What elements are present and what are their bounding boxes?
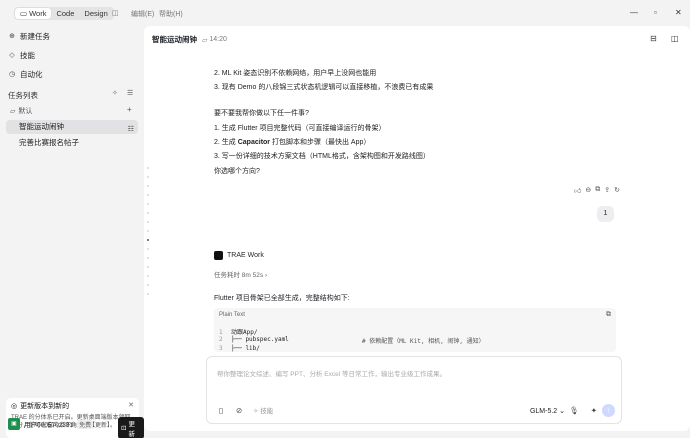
mode-code-tab[interactable]: Code — [51, 8, 79, 19]
agent-logo-icon — [214, 251, 223, 260]
close-icon[interactable]: ✕ — [675, 8, 682, 17]
task-label: 智能运动闹钟 — [19, 122, 64, 131]
message-navigator[interactable] — [147, 167, 151, 302]
plan-badge: 免费 — [77, 419, 94, 429]
option-line: 2. 生成 Capacitor 打包脚本和步骤（最快出 App） — [214, 139, 371, 146]
task-list-title: 任务列表 — [8, 91, 38, 100]
code-line: 3 ├── lib/ — [219, 345, 260, 352]
maximize-icon[interactable]: ▫ — [654, 8, 657, 17]
message-line: 2. ML Kit 姿态识别不依赖网络，用户早上没网也能用 — [214, 70, 377, 77]
copy-icon[interactable]: ⧉ — [595, 186, 600, 195]
task-item[interactable]: 智能运动闹钟 ☷ — [6, 120, 138, 134]
notice-title: ◎ 更新版本到新的 — [11, 401, 134, 411]
user-message: 1 — [597, 206, 614, 222]
upgrade-label: 更新 — [128, 421, 135, 438]
code-line: 2 ├── pubspec.yaml # 依赖配置（ML Kit, 相机, 闹钟, … — [219, 336, 485, 345]
microphone-icon[interactable]: 🎙︎ — [569, 406, 579, 415]
chevron-right-icon: › — [264, 272, 268, 279]
sparkle-icon[interactable]: ✦ — [591, 406, 597, 415]
agent-name: TRAE Work — [227, 252, 264, 259]
option-line: 1. 生成 Flutter 项目完整代码（可直接编译运行的骨架） — [214, 125, 386, 132]
preview-icon[interactable]: ⊟ — [650, 34, 657, 43]
new-task-icon: ⊕ — [9, 32, 15, 40]
regenerate-icon[interactable]: ↻ — [614, 186, 620, 195]
upgrade-icon: ⊡ — [121, 425, 127, 432]
message-line: 3. 现有 Demo 的八段锦三式状态机逻辑可以直接移植，不浪费已有成果 — [214, 84, 434, 91]
send-button[interactable]: ↑ — [602, 404, 615, 417]
thumbs-up-icon[interactable]: 👍︎ — [574, 186, 581, 195]
input-placeholder: 帮你整理论文综述、编写 PPT、分析 Excel 等日常工作，输出专业级工作成果… — [217, 371, 446, 378]
folder-icon: ▱ — [202, 36, 208, 44]
menu-help[interactable]: 帮助(H) — [159, 9, 183, 19]
mode-work-tab[interactable]: ▭ Work — [15, 8, 52, 19]
sidebar-item-new-task[interactable]: ⊕ 新建任务 — [8, 31, 50, 42]
update-icon: ◎ — [11, 403, 18, 410]
sidebar-item-skills[interactable]: ◇ 技能 — [8, 50, 35, 61]
paperclip-icon[interactable]: ⊘ — [236, 406, 242, 415]
user-info[interactable]: ▣ 用户0005702381 免费 — [8, 418, 94, 430]
timestamp: ▱ 14:20 — [202, 36, 227, 44]
mode-work-label: Work — [29, 9, 47, 18]
chevron-down-icon: ⌄ — [559, 408, 565, 415]
sidebar-item-label: 技能 — [20, 51, 35, 60]
filter-icon[interactable]: ☰ — [127, 89, 133, 97]
avatar: ▣ — [8, 418, 20, 430]
window-icon: ▭ — [20, 9, 28, 18]
folder-label: 默认 — [18, 108, 33, 115]
minimize-icon[interactable]: — — [630, 8, 638, 17]
skills-icon: ◇ — [9, 51, 15, 59]
sidebar-item-label: 新建任务 — [20, 32, 50, 41]
code-language: Plain Text — [219, 312, 245, 318]
notice-title-text: 更新版本到新的 — [20, 403, 70, 410]
message-actions: 👍︎ ⊖ ⧉ ⇪ ↻ — [574, 186, 620, 195]
model-selector[interactable]: GLM-5.2 ⌄ — [530, 407, 565, 415]
mode-code-label: Code — [56, 9, 75, 18]
option-line: 3. 写一份详细的技术方案文档（HTML格式，含架构图和开发路线图） — [214, 153, 430, 160]
task-duration[interactable]: 任务耗时 8m 52s › — [214, 269, 267, 279]
upgrade-button[interactable]: ⊡ 更新 — [118, 417, 144, 438]
add-task-icon[interactable]: + — [127, 105, 132, 114]
folder-icon: ▱ — [10, 108, 16, 115]
sidebar-toggle-icon[interactable]: ◫ — [112, 9, 119, 17]
title-bar: ▭ Work Code Design ◫ 编辑(E) 帮助(H) — ▫ ✕ — [0, 0, 690, 26]
task-label: 完善比赛报名帖子 — [19, 138, 79, 147]
skills-button[interactable]: ✧ 技能 — [253, 405, 273, 415]
message-choose: 你选哪个方向? — [214, 168, 260, 175]
task-list-icon[interactable]: ☷ — [128, 123, 134, 137]
panel-toggle-icon[interactable]: ◫ — [671, 34, 679, 43]
code-line: 1 动跟App/ — [219, 329, 258, 336]
thumbs-down-icon[interactable]: ⊖ — [585, 186, 591, 195]
code-block: Plain Text ⧉ 1 动跟App/ 2 ├── pubspec.yaml # … — [214, 308, 616, 352]
message-question: 要不要我帮你做以下任一件事? — [214, 110, 309, 117]
sidebar-item-automation[interactable]: ◷ 自动化 — [8, 69, 43, 80]
message-input[interactable]: 帮你整理论文综述、编写 PPT、分析 Excel 等日常工作，输出专业级工作成果… — [206, 356, 622, 424]
agent-header: TRAE Work — [214, 251, 264, 260]
user-name: 用户0005702381 — [24, 422, 74, 429]
sidebar: ⊕ 新建任务 ◇ 技能 ◷ 自动化 任务列表 ✧ ☰ ▱ 默认 + 智能运动闹钟… — [0, 26, 144, 438]
task-item[interactable]: 完善比赛报名帖子 — [6, 136, 138, 150]
sidebar-item-label: 自动化 — [20, 70, 43, 79]
copy-code-icon[interactable]: ⧉ — [606, 311, 611, 319]
attach-file-icon[interactable]: ▯ — [219, 406, 223, 415]
menu-edit[interactable]: 编辑(E) — [131, 9, 154, 19]
chat-panel: 智能运动闹钟 ▱ 14:20 ⊟ ◫ 2. ML Kit 姿态识别不依赖网络，用… — [144, 26, 690, 431]
page-title: 智能运动闹钟 — [152, 35, 197, 44]
magic-icon[interactable]: ✧ — [112, 89, 118, 97]
mode-design-tab[interactable]: Design — [79, 8, 112, 19]
notice-close-icon[interactable]: ✕ — [128, 401, 134, 409]
timestamp-text: 14:20 — [209, 36, 227, 43]
automation-icon: ◷ — [8, 70, 16, 78]
reply-intro: Flutter 项目骨架已全部生成，完整结构如下: — [214, 295, 350, 302]
share-icon[interactable]: ⇪ — [604, 186, 610, 195]
chat-header: 智能运动闹钟 ▱ 14:20 — [152, 34, 227, 45]
mode-switcher: ▭ Work Code Design — [14, 7, 114, 20]
folder-default[interactable]: ▱ 默认 — [10, 106, 32, 116]
mode-design-label: Design — [84, 9, 108, 18]
